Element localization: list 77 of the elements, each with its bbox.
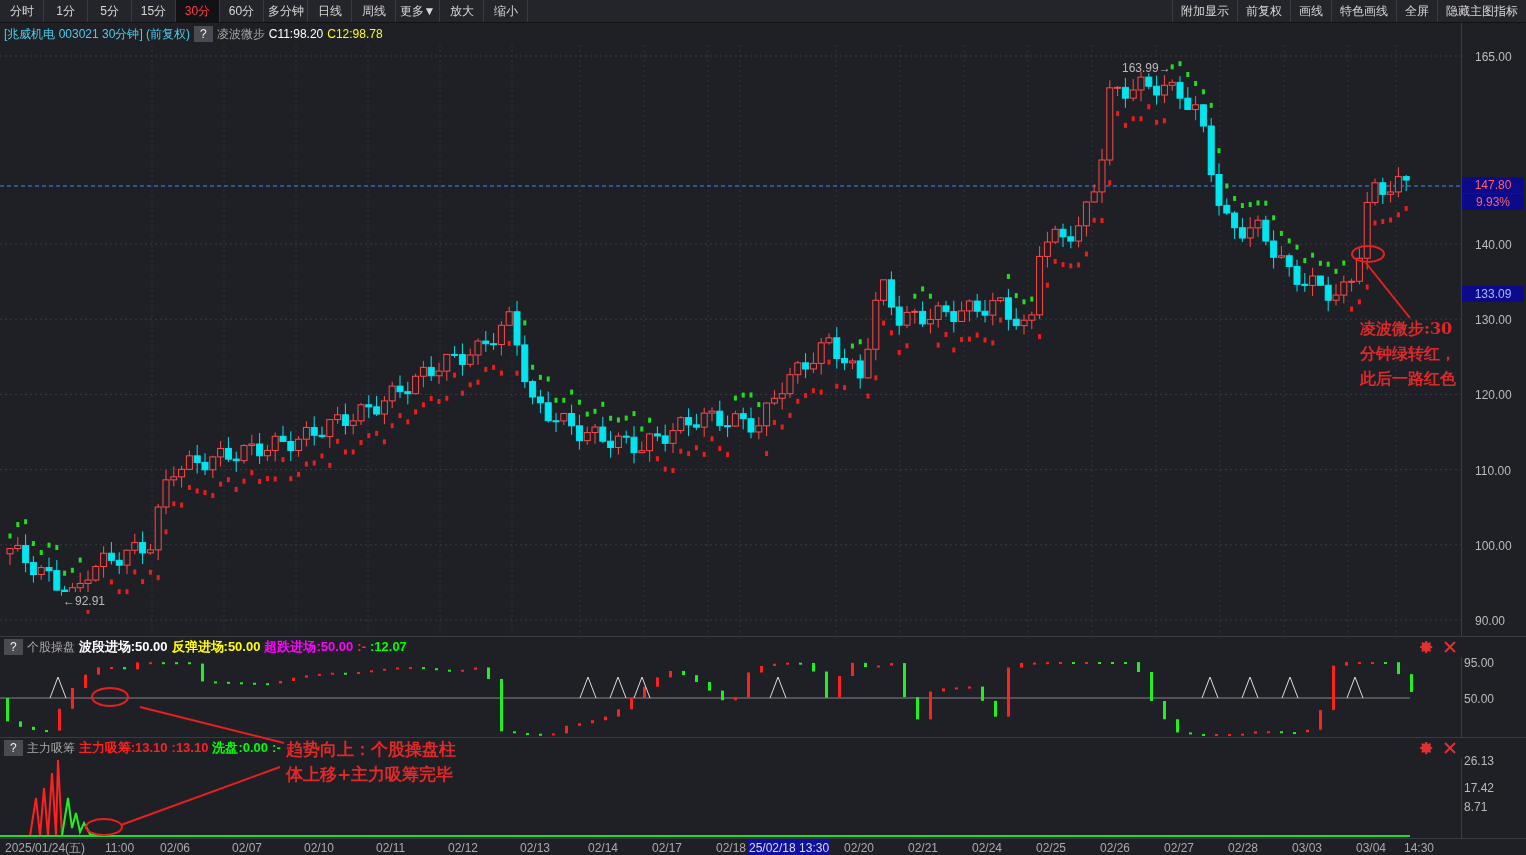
time-axis-label: 02/17 [652,840,683,855]
indicator-value: :13.10 [171,739,209,758]
price-axis-label: 90.00 [1475,613,1506,630]
high-price-label: 163.99→ [1122,60,1171,77]
indicator-value: 波段进场:50.00 [78,638,168,657]
price-axis-label: 110.00 [1475,462,1511,480]
value-axis-label: 8.71 [1464,799,1488,816]
price-tag: 147.80 [1462,177,1524,193]
annotation-text: 分钟绿转红， [1360,343,1456,365]
toolbar-button[interactable]: 特色画线 [1331,0,1396,22]
price-axis-label: 130.00 [1475,312,1512,330]
time-axis-label: 02/24 [972,840,1003,855]
time-axis-label: 02/21 [908,840,939,855]
chart-title: [兆威机电 003021 30分钟] (前复权) [4,26,191,43]
indicator-value: :- [357,638,366,657]
toolbar-button[interactable]: 全屏 [1396,0,1437,22]
time-axis-label: 2025/01/24(五) [5,840,86,855]
price-axis-label: 120.00 [1475,387,1512,405]
time-axis-label: 02/13 [520,840,551,855]
indicator-value: :- [272,739,281,758]
price-axis-label: 165.00 [1475,49,1512,66]
indicator-value: C11:98.20 [268,26,324,43]
indicator-value: 超跌进场:50.00 [264,638,354,657]
annotation-text: 趋势向上：个股操盘柱 [286,738,456,761]
time-axis-label: 03/03 [1292,840,1323,855]
time-axis-label: 02/27 [1164,840,1195,855]
time-axis-label: 25/02/18 13:30 [748,839,831,855]
indicator-value: C12:98.78 [327,26,383,43]
settings-icon[interactable] [1420,741,1434,755]
indicator-value: 主力吸筹:13.10 [78,739,168,758]
annotation-text: 体上移+主力吸筹完毕 [286,763,454,786]
highlight-ellipse [1351,245,1385,263]
indicator-value: 洗盘:0.00 [212,739,269,758]
value-axis-label: 50.00 [1464,691,1495,708]
indicator-name: 主力吸筹 [26,740,75,757]
annotation-text: 凌波微步:30 [1360,318,1453,340]
settings-icon[interactable] [1420,640,1434,654]
time-axis-label: 11:00 [105,840,135,855]
close-icon[interactable] [1444,742,1456,754]
time-axis-label: 02/14 [588,840,619,855]
indicator-value: 反弹进场:50.00 [171,638,261,657]
low-price-label: ←92.91 [62,592,107,610]
value-axis-label: 17.42 [1464,780,1495,797]
leader-line [1365,262,1411,319]
price-tag: 133.09 [1462,286,1524,302]
time-axis-label: 02/12 [448,840,479,855]
toolbar-button[interactable]: 前复权 [1237,0,1290,22]
time-axis-label: 02/20 [844,840,875,855]
indicator-name: 个股操盘 [26,639,75,656]
time-axis-label: 02/11 [376,840,406,855]
time-axis-label: 02/18 [716,840,747,855]
value-axis-label: 26.13 [1464,753,1495,770]
toolbar-button[interactable]: 画线 [1290,0,1331,22]
time-axis-label: 02/10 [304,840,335,855]
help-button[interactable]: ? [4,740,23,756]
time-axis-label: 03/04 [1356,840,1387,855]
annotation-text: 此后一路红色 [1360,368,1456,390]
time-axis-label: 14:30 [1404,840,1435,855]
indicator-value: :12.07 [370,638,407,657]
time-axis-label: 02/26 [1100,840,1131,855]
toolbar-button[interactable]: 附加显示 [1172,0,1237,22]
time-axis-label: 02/28 [1228,840,1259,855]
help-button[interactable]: ? [4,639,23,655]
price-axis-label: 100.00 [1475,537,1512,555]
help-button[interactable]: ? [194,26,213,42]
highlight-ellipse [91,687,129,707]
price-axis-label: 140.00 [1475,237,1512,254]
time-axis-label: 02/07 [232,840,263,855]
toolbar-button[interactable]: 隐藏主图指标 [1437,0,1526,22]
close-icon[interactable] [1444,641,1456,653]
indicator-name: 凌波微步 [216,26,265,43]
value-axis-label: 95.00 [1464,655,1495,672]
highlight-ellipse [85,818,123,836]
time-axis-label: 02/06 [160,840,191,855]
price-tag: 9.93% [1462,194,1524,210]
timeframe-tab[interactable]: 30分 [176,0,220,22]
time-axis-label: 02/25 [1036,840,1067,855]
